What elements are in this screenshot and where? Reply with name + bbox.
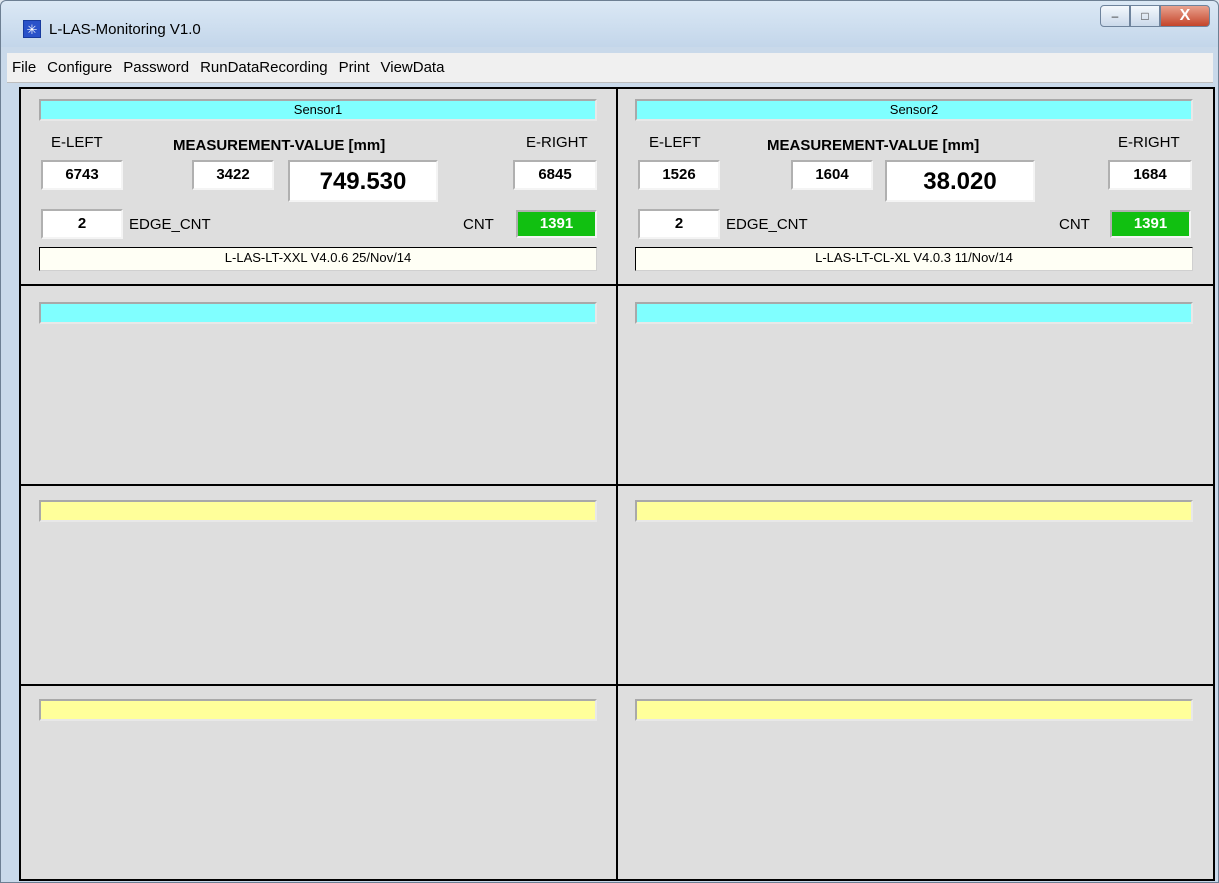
menu-configure[interactable]: Configure — [47, 59, 112, 76]
sensor1-measurement-label: MEASUREMENT-VALUE [mm] — [173, 137, 386, 154]
menu-bar: File Configure Password RunDataRecording… — [7, 53, 1213, 83]
sensor1-e-right-value: 6845 — [513, 160, 597, 190]
sensor2-header: Sensor2 — [635, 99, 1193, 121]
sensor2-mid-value: 1604 — [791, 160, 873, 190]
title-bar[interactable]: ✳ L-LAS-Monitoring V1.0 – □ X — [1, 1, 1218, 47]
menu-password[interactable]: Password — [123, 59, 189, 76]
slot7-header — [39, 699, 597, 721]
sensor2-cnt-label: CNT — [1059, 216, 1090, 233]
sensor2-edge-cnt-label: EDGE_CNT — [726, 216, 808, 233]
sensor2-version: L-LAS-LT-CL-XL V4.0.3 11/Nov/14 — [635, 247, 1193, 271]
sensor2-e-right-value: 1684 — [1108, 160, 1192, 190]
close-button[interactable]: X — [1160, 5, 1210, 27]
grid-divider-row2 — [21, 484, 1213, 486]
sensor1-edge-cnt-label: EDGE_CNT — [129, 216, 211, 233]
menu-rundatarecording[interactable]: RunDataRecording — [200, 59, 328, 76]
sensor1-e-left-label: E-LEFT — [51, 134, 103, 151]
sensor2-edge-cnt-value: 2 — [638, 209, 720, 239]
slot3-header — [39, 302, 597, 324]
slot6-header — [635, 500, 1193, 522]
window-controls: – □ X — [1100, 5, 1210, 29]
window-title: L-LAS-Monitoring V1.0 — [49, 21, 201, 38]
slot4-header — [635, 302, 1193, 324]
sensor-grid: Sensor1 E-LEFT MEASUREMENT-VALUE [mm] E-… — [19, 87, 1215, 881]
slot5-header — [39, 500, 597, 522]
sensor1-cnt-label: CNT — [463, 216, 494, 233]
sensor2-measurement-label: MEASUREMENT-VALUE [mm] — [767, 137, 980, 154]
app-window: ✳ L-LAS-Monitoring V1.0 – □ X File Confi… — [0, 0, 1219, 883]
sensor2-e-left-label: E-LEFT — [649, 134, 701, 151]
minimize-button[interactable]: – — [1100, 5, 1130, 27]
grid-divider-row1 — [21, 284, 1213, 286]
sensor1-mid-value: 3422 — [192, 160, 274, 190]
menu-file[interactable]: File — [12, 59, 36, 76]
sensor1-cnt-value: 1391 — [516, 210, 597, 238]
starburst-app-icon[interactable]: ✳ — [23, 20, 41, 38]
sensor1-e-left-value: 6743 — [41, 160, 123, 190]
sensor2-measurement-value: 38.020 — [885, 160, 1035, 202]
sensor2-e-right-label: E-RIGHT — [1118, 134, 1180, 151]
maximize-button[interactable]: □ — [1130, 5, 1160, 27]
slot8-header — [635, 699, 1193, 721]
menu-viewdata[interactable]: ViewData — [381, 59, 445, 76]
sensor1-measurement-value: 749.530 — [288, 160, 438, 202]
sensor2-e-left-value: 1526 — [638, 160, 720, 190]
menu-print[interactable]: Print — [339, 59, 370, 76]
sensor1-e-right-label: E-RIGHT — [526, 134, 588, 151]
sensor1-version: L-LAS-LT-XXL V4.0.6 25/Nov/14 — [39, 247, 597, 271]
sensor1-header: Sensor1 — [39, 99, 597, 121]
grid-divider-row3 — [21, 684, 1213, 686]
sensor1-edge-cnt-value: 2 — [41, 209, 123, 239]
sensor2-cnt-value: 1391 — [1110, 210, 1191, 238]
